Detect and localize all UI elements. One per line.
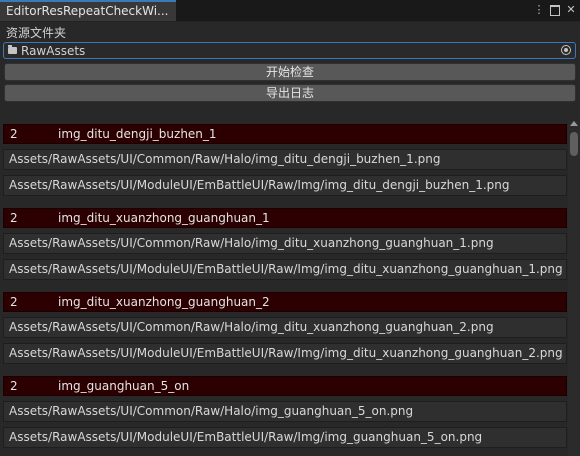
- duplicate-group: 2 img_ditu_xuanzhong_guanghuan_1 Assets/…: [3, 208, 567, 292]
- more-options-icon[interactable]: ⋮: [532, 3, 546, 17]
- group-header: 2 img_guanghuan_5_on: [3, 376, 567, 396]
- asset-path-row[interactable]: Assets/RawAssets/UI/ModuleUI/EmBattleUI/…: [3, 259, 567, 280]
- folder-object-field[interactable]: RawAssets: [3, 42, 576, 59]
- resource-name: img_ditu_xuanzhong_guanghuan_1: [58, 211, 270, 225]
- resource-name: img_guanghuan_5_on: [58, 379, 190, 393]
- resource-name: img_ditu_dengji_buzhen_1: [58, 127, 217, 141]
- group-header: 2 img_ditu_xuanzhong_guanghuan_1: [3, 208, 567, 228]
- duplicate-group: 2 img_guanghuan_5_on Assets/RawAssets/UI…: [3, 376, 567, 456]
- asset-path-row[interactable]: Assets/RawAssets/UI/ModuleUI/EmBattleUI/…: [3, 427, 567, 448]
- scroll-up-arrow-icon[interactable]: [570, 121, 578, 126]
- window-tab[interactable]: EditorResRepeatCheckWi...: [0, 0, 176, 21]
- start-check-button[interactable]: 开始检查: [4, 63, 576, 81]
- duplicate-count: 2: [10, 211, 18, 225]
- duplicate-count: 2: [10, 295, 18, 309]
- asset-path-row[interactable]: Assets/RawAssets/UI/ModuleUI/EmBattleUI/…: [3, 343, 567, 364]
- asset-path-row[interactable]: Assets/RawAssets/UI/ModuleUI/EmBattleUI/…: [3, 175, 567, 196]
- duplicate-count: 2: [10, 127, 18, 141]
- vertical-scrollbar[interactable]: [568, 121, 580, 456]
- maximize-icon[interactable]: [548, 3, 562, 17]
- duplicate-group: 2 img_ditu_dengji_buzhen_1 Assets/RawAss…: [3, 124, 567, 208]
- scroll-thumb[interactable]: [570, 132, 578, 156]
- tab-bar: EditorResRepeatCheckWi... ⋮ ✕: [0, 0, 580, 22]
- asset-path-row[interactable]: Assets/RawAssets/UI/Common/Raw/Halo/img_…: [3, 401, 567, 422]
- folder-value: RawAssets: [21, 44, 86, 58]
- duplicate-group: 2 img_ditu_xuanzhong_guanghuan_2 Assets/…: [3, 292, 567, 376]
- group-header: 2 img_ditu_dengji_buzhen_1: [3, 124, 567, 144]
- asset-path-row[interactable]: Assets/RawAssets/UI/Common/Raw/Halo/img_…: [3, 317, 567, 338]
- folder-label: 资源文件夹: [6, 26, 67, 40]
- export-log-button[interactable]: 导出日志: [4, 84, 576, 102]
- duplicate-count: 2: [10, 379, 18, 393]
- object-picker-icon[interactable]: [561, 45, 571, 55]
- asset-path-row[interactable]: Assets/RawAssets/UI/Common/Raw/Halo/img_…: [3, 149, 567, 170]
- group-header: 2 img_ditu_xuanzhong_guanghuan_2: [3, 292, 567, 312]
- result-list[interactable]: 2 img_ditu_dengji_buzhen_1 Assets/RawAss…: [3, 124, 567, 456]
- resource-name: img_ditu_xuanzhong_guanghuan_2: [58, 295, 270, 309]
- close-icon[interactable]: ✕: [564, 3, 578, 17]
- asset-path-row[interactable]: Assets/RawAssets/UI/Common/Raw/Halo/img_…: [3, 233, 567, 254]
- folder-icon: [8, 45, 17, 54]
